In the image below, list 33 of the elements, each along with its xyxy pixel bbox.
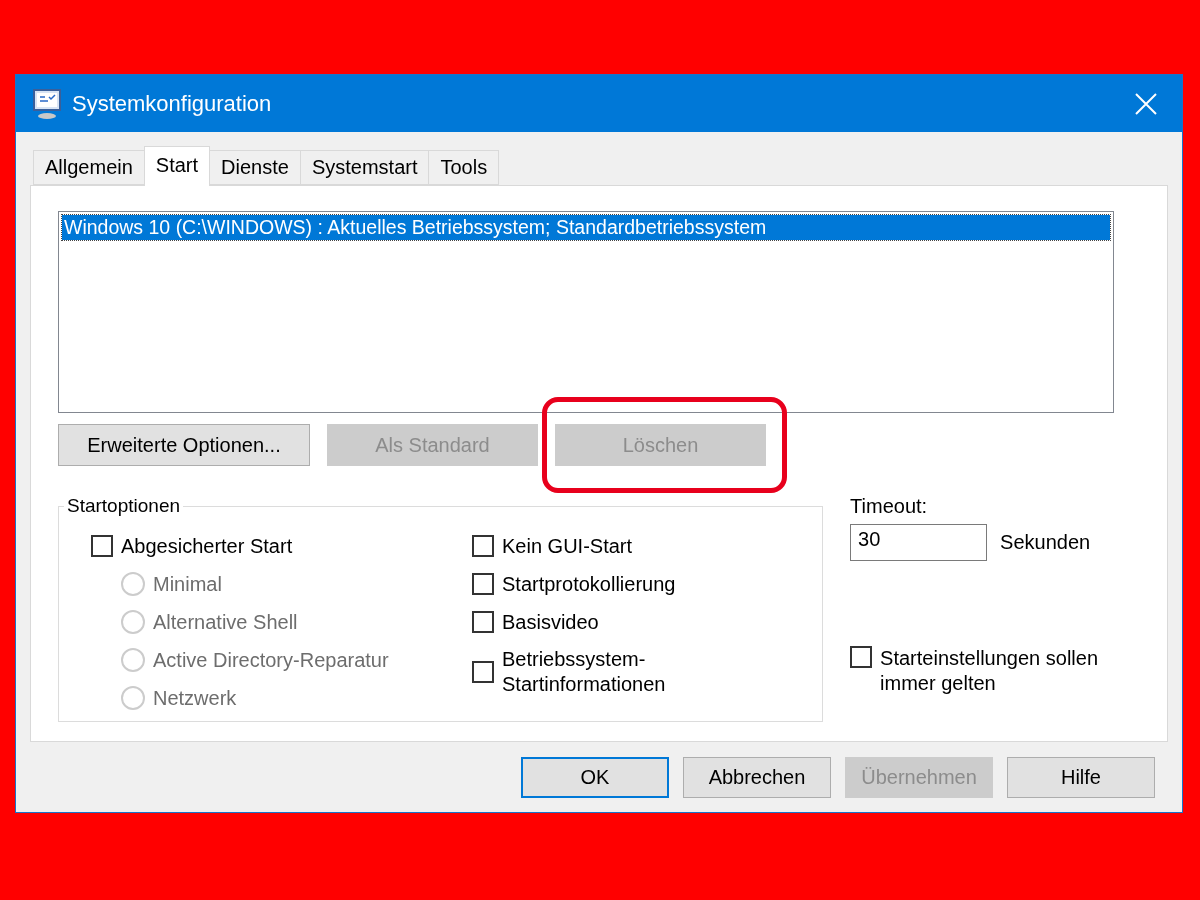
tab[interactable]: Tools <box>428 150 500 185</box>
checkbox-label: Starteinstellungen sollen immer gelten <box>880 646 1099 696</box>
push-button[interactable]: Erweiterte Optionen... <box>58 424 310 466</box>
radio-label: Alternative Shell <box>153 609 298 635</box>
checkbox-label: Betriebssystem-Startinformationen <box>502 647 667 697</box>
checkbox[interactable] <box>472 611 494 633</box>
checkbox[interactable] <box>472 661 494 683</box>
checkbox[interactable] <box>472 573 494 595</box>
radio-label: Active Directory-Reparatur <box>153 647 389 673</box>
dialog-button[interactable]: Abbrechen <box>683 757 831 798</box>
tab[interactable]: Systemstart <box>299 150 430 185</box>
timeout-label: Timeout: <box>850 495 929 518</box>
checkbox[interactable] <box>850 646 873 668</box>
dialog-button[interactable]: Hilfe <box>1007 757 1155 798</box>
tab[interactable]: Start <box>143 146 211 186</box>
radio-label: Netzwerk <box>153 685 237 711</box>
monitor-icon <box>32 87 62 120</box>
dialog-button[interactable]: OK <box>521 757 669 798</box>
checkbox-label: Abgesicherter Start <box>121 533 293 559</box>
radio-label: Minimal <box>153 571 222 597</box>
unit-label: Sekunden <box>1000 530 1091 555</box>
checkbox[interactable] <box>472 535 494 557</box>
tab[interactable]: Allgemein <box>33 150 145 185</box>
window-title: Systemkonfiguration <box>72 90 273 117</box>
list-item[interactable]: Windows 10 (C:\WINDOWS) : Aktuelles Betriebssystem; Standardbetriebssystem <box>62 215 1110 240</box>
checkbox-label: Kein GUI-Start <box>502 533 633 559</box>
group-title: Startoptionen <box>66 495 182 517</box>
checkbox-label: Startprotokollierung <box>502 571 676 597</box>
checkbox[interactable] <box>91 535 113 557</box>
close-icon <box>1135 92 1157 115</box>
tab[interactable]: Dienste <box>209 150 301 185</box>
checkbox-label: Basisvideo <box>502 609 599 635</box>
timeout-field[interactable]: 30 <box>850 524 988 561</box>
